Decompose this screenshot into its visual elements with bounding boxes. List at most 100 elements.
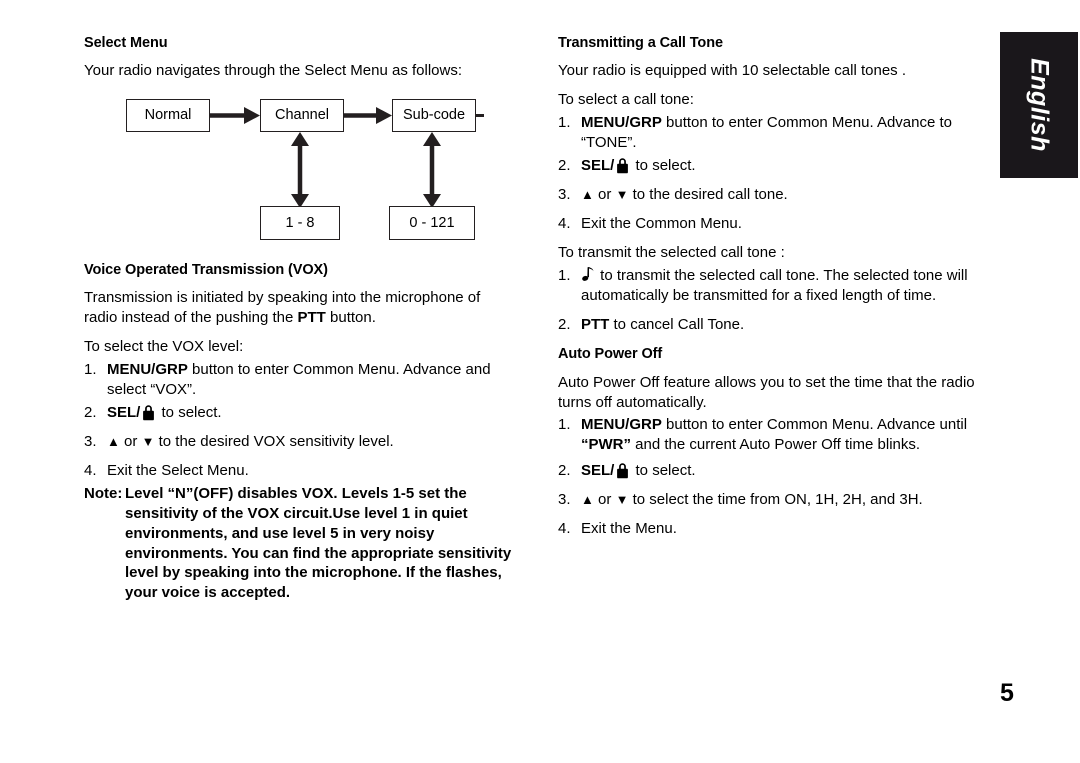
list-item: 2. PTT to cancel Call Tone. [558,315,998,335]
triangle-down-icon: ▼ [615,492,629,508]
transmit-step-2-text: PTT to cancel Call Tone. [581,315,998,335]
call-tone-step-1-bold: MENU/GRP [581,114,662,131]
vox-paragraph-1-text-b: button. [325,309,376,327]
vox-step-1-num: 1. [84,361,97,378]
apo-step-2-bold: SEL/ [581,462,615,480]
vox-step-2-rest: to select. [157,403,222,421]
list-item: 3. ▲ or ▼ to the desired call tone. [558,185,998,205]
right-column: Transmitting a Call Tone Your radio is e… [558,34,998,542]
call-tone-step-2-rest: to select. [631,156,696,174]
vox-step-4-num: 4. [84,461,97,479]
vox-step-2-num: 2. [84,403,97,421]
apo-step-3-after: to select the time from ON, 1H, 2H, and … [628,491,923,509]
list-item: 1. to transmit the selected call tone. T… [558,266,998,306]
transmit-step-2-num: 2. [558,315,571,333]
apo-step-1-num: 1. [558,416,571,434]
apo-step-4-text: Exit the Menu. [581,520,677,538]
apo-step-2-rest: to select. [631,462,696,480]
list-item: 3. ▲ or ▼ to select the time from ON, 1H… [558,490,998,510]
transmit-step-1-num: 1. [558,266,571,284]
vox-heading: Voice Operated Transmission (VOX) [84,262,328,279]
apo-step-3-num: 3. [558,491,571,509]
flow-node-subcode-label: Sub-code [402,107,466,124]
flow-node-channel-range: 1 - 8 [260,206,340,241]
apo-step-2-num: 2. [558,462,571,480]
transmit-step-2-bold: PTT [581,315,610,333]
transmit-step-1-text: to transmit the selected call tone. The … [581,266,998,306]
language-tab-label: English [1025,58,1054,152]
vox-step-1-text: MENU/GRP button to enter Common Menu. Ad… [107,360,516,400]
apo-step-3-before: or [593,491,616,509]
apo-step-1-text-b: and the current Auto Power Off time blin… [631,436,921,454]
vox-step-3-num: 3. [84,432,97,450]
call-tone-step-2-num: 2. [558,156,571,174]
vox-step-3-after: to the desired VOX sensitivity level. [154,432,394,450]
select-menu-intro: Your radio navigates through the Select … [84,62,463,80]
call-tone-step-2-bold: SEL/ [581,156,615,174]
triangle-down-icon: ▼ [141,433,155,449]
flow-node-normal: Normal [126,99,210,133]
list-item: 3. ▲ or ▼ to the desired VOX sensitivity… [84,432,516,452]
vox-note-label: Note: [84,484,123,502]
call-tone-step-1-num: 1. [558,114,571,131]
flow-node-normal-label: Normal [144,107,192,124]
language-tab: English [1000,32,1078,178]
flow-node-subcode: Sub-code [392,99,476,133]
call-tone-step-1-text: MENU/GRP button to enter Common Menu. Ad… [581,113,998,153]
auto-power-off-paragraph-1: Auto Power Off feature allows you to set… [558,373,975,411]
vox-paragraph-1: Transmission is initiated by speaking in… [84,288,516,328]
vox-step-1-bold: MENU/GRP [107,361,188,378]
list-item: 1. MENU/GRP button to enter Common Menu.… [558,415,998,455]
apo-step-1-text-a: button to enter Common Menu. Advance unt… [661,416,968,434]
vox-step-3-before: or [119,432,142,450]
vox-note: Note: Level “N”(OFF) disables VOX. Level… [84,484,516,604]
vox-ptt-bold: PTT [297,309,326,327]
triangle-up-icon: ▲ [581,186,594,202]
call-tone-step-2-text: SEL/ to select. [581,156,998,176]
list-item: 2. SEL/ to select. [558,461,998,481]
list-item: 4. Exit the Common Menu. [558,214,998,234]
call-tone-step-3-num: 3. [558,185,571,203]
vox-step-3-text: ▲ or ▼ to the desired VOX sensitivity le… [107,432,516,452]
flow-node-subcode-range-label: 0 - 121 [409,214,455,231]
apo-step-1-text: MENU/GRP button to enter Common Menu. Ad… [581,415,998,455]
list-item: 1. MENU/GRP button to enter Common Menu.… [84,360,516,400]
left-column: Select Menu Your radio navigates through… [84,34,516,603]
flow-node-channel-label: Channel [274,107,329,124]
triangle-down-icon: ▼ [615,186,629,202]
lock-icon [617,463,629,479]
call-tone-steps-list: 1. MENU/GRP button to enter Common Menu.… [558,113,998,234]
list-item: 2. SEL/ to select. [558,156,998,176]
call-tone-step-4-text: Exit the Common Menu. [581,214,742,232]
vox-steps-list: 1. MENU/GRP button to enter Common Menu.… [84,360,516,481]
list-item: 2. SEL/ to select. [84,403,516,423]
vox-step-2-text: SEL/ to select. [107,403,516,423]
call-tone-paragraph-2: To select a call tone: [558,91,694,109]
list-item: 4. Exit the Menu. [558,519,998,539]
music-note-icon [582,266,594,281]
call-tone-transmit-steps-list: 1. to transmit the selected call tone. T… [558,266,998,335]
call-tone-step-3-before: or [593,185,616,203]
call-tone-paragraph-1: Your radio is equipped with 10 selectabl… [558,62,907,80]
apo-step-3-text: ▲ or ▼ to select the time from ON, 1H, 2… [581,490,998,510]
auto-power-off-heading: Auto Power Off [558,346,663,363]
call-tone-step-3-after: to the desired call tone. [628,185,788,203]
select-menu-heading: Select Menu [84,35,168,51]
call-tone-paragraph-3: To transmit the selected call tone : [558,243,785,261]
list-item: 1. MENU/GRP button to enter Common Menu.… [558,113,998,153]
vox-note-body: Level “N”(OFF) disables VOX. Levels 1-5 … [125,484,512,602]
list-item: 4. Exit the Select Menu. [84,461,516,481]
flow-node-channel: Channel [260,99,344,133]
call-tone-step-4-num: 4. [558,214,571,232]
transmit-step-1-rest: to transmit the selected call tone. The … [581,266,968,304]
apo-step-2-text: SEL/ to select. [581,461,998,481]
lock-icon [617,158,629,174]
apo-step-1-bold-2: “PWR” [581,436,631,454]
auto-power-off-steps-list: 1. MENU/GRP button to enter Common Menu.… [558,415,998,539]
vox-paragraph-2: To select the VOX level: [84,338,244,356]
call-tone-heading: Transmitting a Call Tone [558,35,723,51]
lock-icon [143,405,155,421]
triangle-up-icon: ▲ [107,433,120,449]
vox-step-2-bold: SEL/ [107,403,141,421]
select-menu-flow-diagram: Normal Channel Sub-code 1 - 8 0 - 121 [84,94,504,247]
